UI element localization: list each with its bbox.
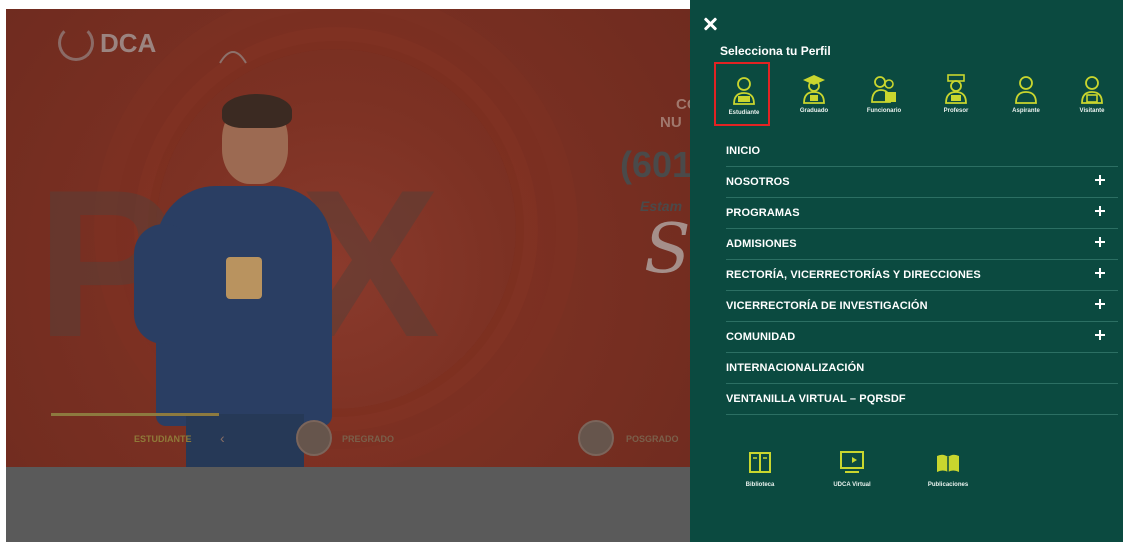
- menu-item-programas[interactable]: PROGRAMAS: [726, 198, 1118, 229]
- carousel-item-posgrado[interactable]: POSGRADO: [626, 434, 679, 444]
- menu-item-label: PROGRAMAS: [726, 207, 800, 219]
- carousel-prev-icon[interactable]: ‹: [220, 430, 225, 446]
- menu-item-label: ADMISIONES: [726, 238, 797, 250]
- expand-plus-icon[interactable]: [1094, 298, 1106, 310]
- carousel-thumb-posgrado[interactable]: [578, 420, 614, 456]
- quick-link-label: Biblioteca: [745, 482, 775, 488]
- graduate-icon: [803, 75, 825, 104]
- carousel-progress-bar: [51, 413, 219, 416]
- profile-aspirante[interactable]: Aspirante: [998, 62, 1054, 126]
- profile-selector: Estudiante Graduado Funcionario Profesor…: [714, 62, 1118, 126]
- expand-plus-icon[interactable]: [1094, 205, 1106, 217]
- dca-logo[interactable]: DCA: [58, 25, 156, 61]
- menu-item-label: INICIO: [726, 145, 761, 157]
- secondary-logo-icon: [219, 51, 247, 64]
- profile-funcionario[interactable]: Funcionario: [856, 62, 912, 126]
- profile-graduado[interactable]: Graduado: [786, 62, 842, 126]
- quick-link-udca-virtual[interactable]: UDCA Virtual: [822, 450, 882, 498]
- applicant-icon: [1015, 76, 1037, 104]
- carousel-item-active[interactable]: ESTUDIANTE: [134, 434, 192, 444]
- menu-item-rectoria[interactable]: RECTORÍA, VICERRECTORÍAS Y DIRECCIONES: [726, 260, 1118, 291]
- library-icon: [749, 452, 771, 473]
- publications-icon: [937, 454, 959, 472]
- profile-label: Visitante: [1079, 108, 1105, 114]
- menu-item-ventanilla-virtual[interactable]: VENTANILLA VIRTUAL – PQRSDF: [726, 384, 1118, 415]
- hero-banner: PAX DCA: [6, 9, 690, 467]
- profile-estudiante[interactable]: Estudiante: [714, 62, 770, 126]
- profile-label: Funcionario: [866, 108, 902, 114]
- menu-item-admisiones[interactable]: ADMISIONES: [726, 229, 1118, 260]
- quick-links: Biblioteca UDCA Virtual Publicaciones: [730, 450, 1030, 498]
- expand-plus-icon[interactable]: [1094, 236, 1106, 248]
- menu-item-label: VENTANILLA VIRTUAL – PQRSDF: [726, 393, 906, 405]
- close-icon[interactable]: [702, 16, 718, 32]
- profile-visitante[interactable]: Visitante: [1064, 62, 1120, 126]
- expand-plus-icon[interactable]: [1094, 329, 1106, 341]
- quick-link-label: Publicaciones: [927, 482, 969, 488]
- menu-item-label: VICERRECTORÍA DE INVESTIGACIÓN: [726, 300, 928, 312]
- profile-label: Estudiante: [728, 110, 760, 116]
- profile-profesor[interactable]: Profesor: [928, 62, 984, 126]
- profile-selector-title: Selecciona tu Perfil: [720, 44, 831, 58]
- page-lower-section: [6, 467, 690, 542]
- profile-label: Profesor: [943, 108, 969, 114]
- carousel-thumb-pregrado[interactable]: [296, 420, 332, 456]
- quick-link-publicaciones[interactable]: Publicaciones: [918, 450, 978, 498]
- virtual-class-icon: [840, 451, 864, 473]
- menu-item-nosotros[interactable]: NOSOTROS: [726, 167, 1118, 198]
- menu-item-label: RECTORÍA, VICERRECTORÍAS Y DIRECCIONES: [726, 269, 981, 281]
- main-menu: INICIO NOSOTROS PROGRAMAS ADMISIONES REC…: [726, 136, 1118, 415]
- carousel-item-pregrado[interactable]: PREGRADO: [342, 434, 394, 444]
- expand-plus-icon[interactable]: [1094, 267, 1106, 279]
- menu-item-inicio[interactable]: INICIO: [726, 136, 1118, 167]
- quick-link-label: UDCA Virtual: [833, 482, 871, 488]
- side-menu-panel: Selecciona tu Perfil Estudiante Graduado: [690, 0, 1123, 542]
- profile-label: Aspirante: [1012, 108, 1040, 114]
- hero-phone-number: (601: [620, 144, 693, 185]
- menu-item-label: NOSOTROS: [726, 176, 790, 188]
- quick-link-biblioteca[interactable]: Biblioteca: [730, 450, 790, 498]
- dca-logo-mark: [58, 25, 94, 61]
- staff-icon: [871, 76, 896, 103]
- hero-heading-line2: NU: [660, 114, 682, 131]
- menu-item-label: COMUNIDAD: [726, 331, 796, 343]
- visitor-icon: [1081, 76, 1103, 104]
- menu-item-internacionalizacion[interactable]: INTERNACIONALIZACIÓN: [726, 353, 1118, 384]
- menu-item-label: INTERNACIONALIZACIÓN: [726, 362, 865, 374]
- dca-logo-text: DCA: [100, 27, 157, 58]
- hero-carousel-nav: ESTUDIANTE ‹ PREGRADO POSGRADO: [6, 420, 690, 458]
- menu-item-investigacion[interactable]: VICERRECTORÍA DE INVESTIGACIÓN: [726, 291, 1118, 322]
- expand-plus-icon[interactable]: [1094, 174, 1106, 186]
- profile-label: Graduado: [799, 108, 829, 114]
- hero-person-image: [134, 94, 344, 467]
- teacher-icon: [945, 74, 967, 104]
- student-icon: [733, 77, 755, 105]
- menu-item-comunidad[interactable]: COMUNIDAD: [726, 322, 1118, 353]
